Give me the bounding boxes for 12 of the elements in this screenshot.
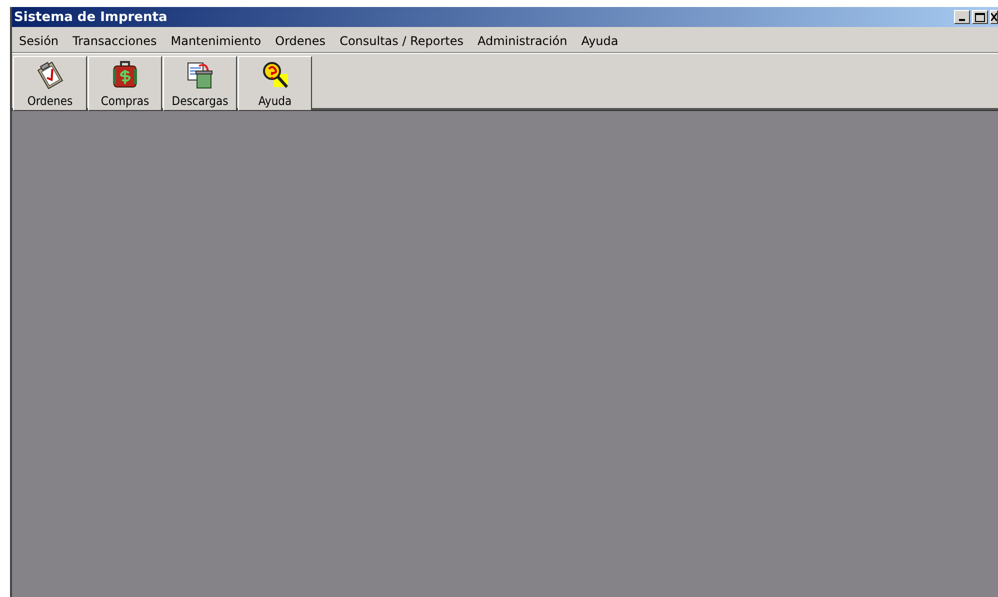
window-title: Sistema de Imprenta bbox=[14, 10, 168, 24]
menu-item[interactable]: Consultas / Reportes bbox=[332, 34, 470, 48]
menu-item[interactable]: Sesión bbox=[12, 34, 66, 48]
menu-item[interactable]: Ayuda bbox=[574, 34, 626, 48]
menu-item[interactable]: Administración bbox=[470, 34, 574, 48]
toolbar-button[interactable]: Descargas bbox=[163, 56, 237, 111]
toolbar-button[interactable]: Compras bbox=[88, 56, 162, 111]
toolbar-button[interactable]: Ayuda bbox=[238, 56, 312, 111]
menu-item[interactable]: Transacciones bbox=[66, 34, 164, 48]
toolbar-button[interactable]: Ordenes bbox=[13, 56, 87, 111]
menu-item[interactable]: Mantenimiento bbox=[164, 34, 268, 48]
menu-item[interactable]: Ordenes bbox=[268, 34, 333, 48]
